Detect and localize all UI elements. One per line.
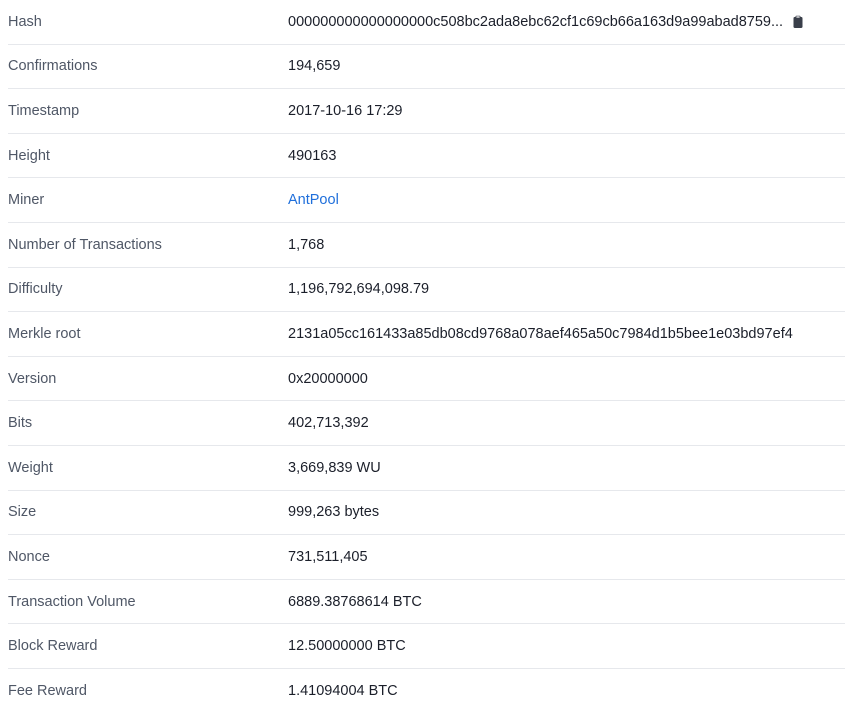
hash-label: Hash	[8, 13, 42, 30]
row-bits: Bits 402,713,392	[8, 401, 845, 446]
number-of-transactions-value: 1,768	[288, 236, 325, 253]
row-transaction-volume: Transaction Volume 6889.38768614 BTC	[8, 580, 845, 625]
row-fee-reward: Fee Reward 1.41094004 BTC	[8, 669, 845, 714]
clipboard-icon[interactable]	[791, 15, 805, 29]
bits-label: Bits	[8, 415, 33, 432]
row-size: Size 999,263 bytes	[8, 491, 845, 536]
bits-value: 402,713,392	[288, 415, 369, 432]
height-label: Height	[8, 147, 50, 164]
block-details-table: Hash 000000000000000000c508bc2ada8ebc62c…	[8, 0, 845, 714]
row-confirmations: Confirmations 194,659	[8, 45, 845, 90]
miner-label: Miner	[8, 192, 45, 209]
block-reward-label: Block Reward	[8, 638, 98, 655]
row-hash: Hash 000000000000000000c508bc2ada8ebc62c…	[8, 0, 845, 45]
row-timestamp: Timestamp 2017-10-16 17:29	[8, 89, 845, 134]
merkle-root-value: 2131a05cc161433a85db08cd9768a078aef465a5…	[288, 325, 793, 342]
fee-reward-label: Fee Reward	[8, 683, 87, 700]
size-value: 999,263 bytes	[288, 504, 380, 521]
confirmations-value: 194,659	[288, 58, 341, 75]
number-of-transactions-label: Number of Transactions	[8, 236, 162, 253]
difficulty-value: 1,196,792,694,098.79	[288, 281, 430, 298]
row-merkle-root: Merkle root 2131a05cc161433a85db08cd9768…	[8, 312, 845, 357]
row-miner: Miner AntPool	[8, 178, 845, 223]
row-number-of-transactions: Number of Transactions 1,768	[8, 223, 845, 268]
size-label: Size	[8, 504, 37, 521]
height-value: 490163	[288, 147, 337, 164]
row-nonce: Nonce 731,511,405	[8, 535, 845, 580]
row-height: Height 490163	[8, 134, 845, 179]
timestamp-value: 2017-10-16 17:29	[288, 102, 403, 119]
version-value: 0x20000000	[288, 370, 368, 387]
row-version: Version 0x20000000	[8, 357, 845, 402]
row-difficulty: Difficulty 1,196,792,694,098.79	[8, 268, 845, 313]
weight-label: Weight	[8, 459, 53, 476]
transaction-volume-label: Transaction Volume	[8, 593, 136, 610]
block-reward-value: 12.50000000 BTC	[288, 638, 406, 655]
nonce-value: 731,511,405	[288, 548, 368, 565]
hash-value: 000000000000000000c508bc2ada8ebc62cf1c69…	[288, 13, 784, 30]
timestamp-label: Timestamp	[8, 102, 80, 119]
transaction-volume-value: 6889.38768614 BTC	[288, 593, 422, 610]
nonce-label: Nonce	[8, 548, 50, 565]
row-block-reward: Block Reward 12.50000000 BTC	[8, 624, 845, 669]
row-weight: Weight 3,669,839 WU	[8, 446, 845, 491]
merkle-root-label: Merkle root	[8, 325, 81, 342]
fee-reward-value: 1.41094004 BTC	[288, 683, 398, 700]
difficulty-label: Difficulty	[8, 281, 63, 298]
weight-value: 3,669,839 WU	[288, 459, 381, 476]
miner-link[interactable]: AntPool	[288, 192, 339, 208]
hash-value-wrap: 000000000000000000c508bc2ada8ebc62cf1c69…	[288, 14, 845, 30]
version-label: Version	[8, 370, 57, 387]
confirmations-label: Confirmations	[8, 58, 98, 75]
